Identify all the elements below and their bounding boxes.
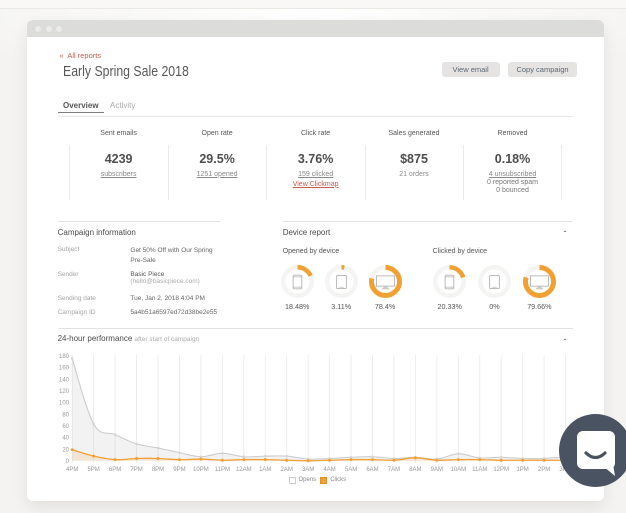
svg-text:60: 60 (62, 424, 69, 430)
svg-text:12PM: 12PM (493, 467, 509, 473)
svg-text:20: 20 (62, 447, 69, 453)
svg-text:1PM: 1PM (516, 467, 528, 473)
svg-text:5AM: 5AM (345, 467, 357, 473)
svg-text:10AM: 10AM (450, 467, 466, 473)
svg-text:3AM: 3AM (302, 467, 314, 473)
svg-text:9AM: 9AM (431, 467, 443, 473)
svg-text:11PM: 11PM (215, 467, 230, 473)
svg-text:8PM: 8PM (152, 467, 164, 473)
svg-text:4PM: 4PM (66, 467, 78, 473)
svg-text:10PM: 10PM (193, 467, 209, 473)
svg-text:120: 120 (59, 389, 70, 395)
svg-text:40: 40 (62, 436, 69, 442)
svg-text:1AM: 1AM (259, 467, 271, 473)
svg-text:11AM: 11AM (472, 467, 487, 473)
svg-text:8AM: 8AM (409, 467, 421, 473)
svg-text:6AM: 6AM (366, 467, 378, 473)
svg-text:7PM: 7PM (130, 467, 142, 473)
svg-text:12AM: 12AM (236, 467, 252, 473)
svg-text:2PM: 2PM (538, 467, 550, 473)
svg-text:180: 180 (59, 354, 70, 360)
svg-text:140: 140 (59, 377, 70, 383)
svg-text:6PM: 6PM (109, 467, 121, 473)
svg-text:5PM: 5PM (87, 467, 99, 473)
svg-text:2AM: 2AM (281, 467, 293, 473)
svg-text:160: 160 (59, 366, 70, 372)
svg-text:80: 80 (62, 412, 69, 418)
svg-text:100: 100 (59, 401, 70, 407)
svg-text:4AM: 4AM (323, 467, 335, 473)
svg-text:7AM: 7AM (388, 467, 400, 473)
svg-text:0: 0 (66, 459, 70, 465)
svg-text:9PM: 9PM (173, 467, 185, 473)
